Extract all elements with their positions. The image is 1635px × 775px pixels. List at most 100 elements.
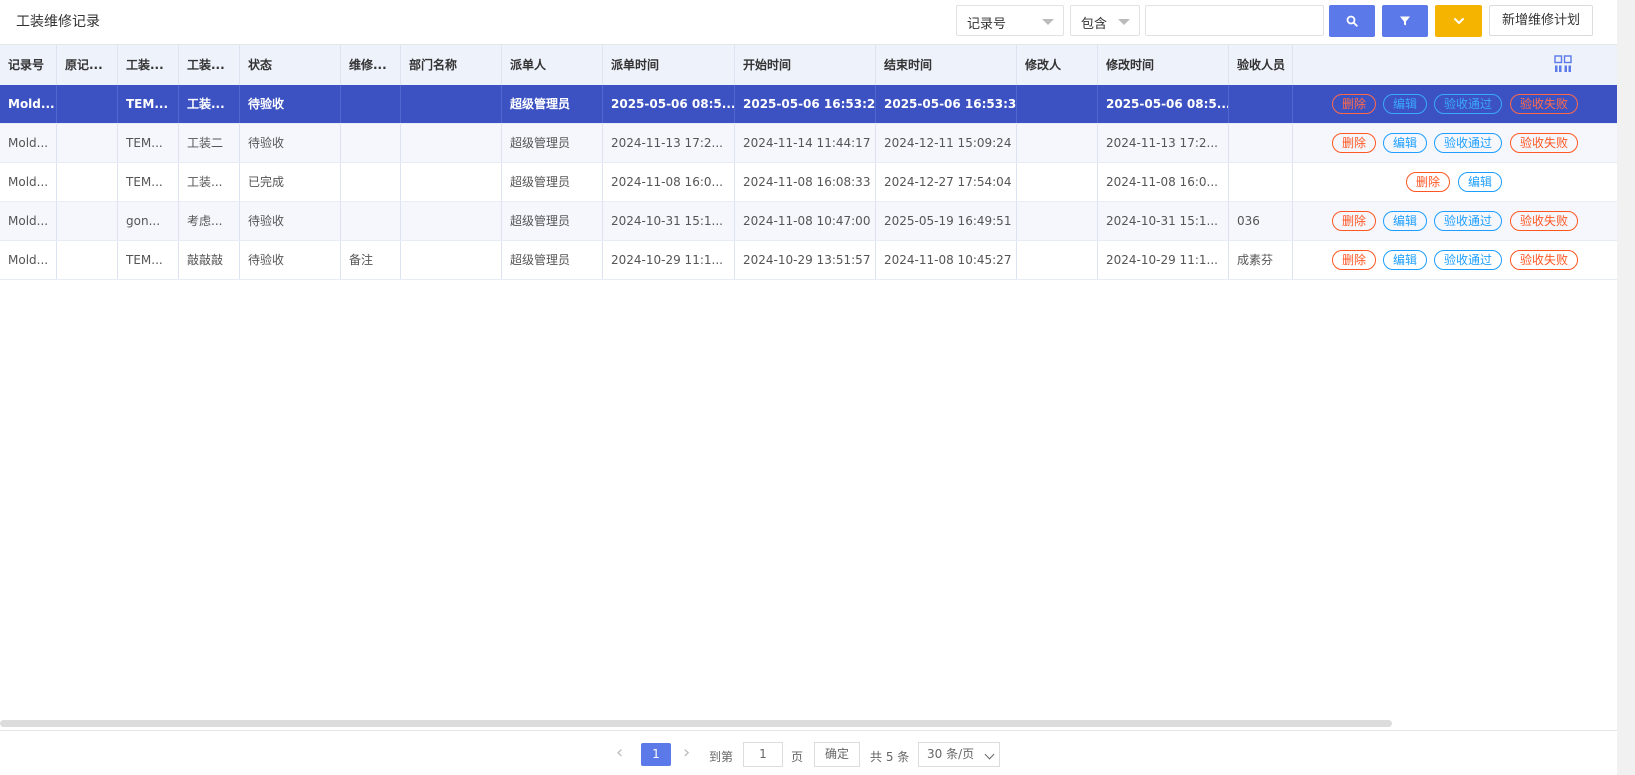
accept-pass-button[interactable]: 验收通过 — [1434, 250, 1503, 270]
cell-repair-note — [341, 124, 401, 162]
column-header[interactable]: 状态 — [240, 45, 341, 85]
add-maintenance-plan-button[interactable]: 新增维修计划 — [1489, 5, 1593, 36]
column-header[interactable]: 工装... — [179, 45, 240, 85]
edit-button[interactable]: 编辑 — [1383, 211, 1428, 231]
table-row[interactable]: Mold... gon... 考虑... 待验收 超级管理员 2024-10-3… — [0, 202, 1617, 241]
cell-department — [401, 124, 502, 162]
accept-fail-button[interactable]: 验收失败 — [1510, 94, 1579, 114]
column-header[interactable]: 记录号 — [0, 45, 57, 85]
search-field-select[interactable]: 记录号 — [956, 5, 1064, 36]
cell-dispatch-time: 2024-11-08 16:0... — [603, 163, 735, 201]
cell-end-time: 2024-12-11 15:09:24 — [876, 124, 1017, 162]
column-settings-icon[interactable] — [1554, 55, 1572, 73]
column-header[interactable]: 修改时间 — [1098, 45, 1229, 85]
page-size-value: 30 条/页 — [927, 747, 975, 761]
accept-fail-button[interactable]: 验收失败 — [1510, 211, 1579, 231]
cell-original-record — [57, 85, 118, 123]
next-page-icon[interactable]: › — [683, 742, 690, 763]
cell-inspector — [1229, 163, 1293, 201]
cell-original-record — [57, 163, 118, 201]
page-unit-label: 页 — [791, 750, 804, 764]
expand-button[interactable] — [1435, 5, 1482, 37]
cell-start-time: 2025-05-06 16:53:23 — [735, 85, 876, 123]
search-operator-select[interactable]: 包含 — [1070, 5, 1140, 36]
column-header[interactable]: 派单时间 — [603, 45, 735, 85]
caret-down-icon — [1042, 19, 1054, 25]
chevron-down-icon — [1453, 18, 1464, 24]
table-row[interactable]: Mold... TEM... 工装二 待验收 超级管理员 2024-11-13 … — [0, 124, 1617, 163]
row-actions: 删除 编辑 验收通过 验收失败 — [1293, 202, 1617, 240]
cell-tool-code: TEM... — [118, 124, 179, 162]
column-header[interactable]: 部门名称 — [401, 45, 502, 85]
page-size-select[interactable]: 30 条/页 — [918, 742, 1000, 767]
edit-button[interactable]: 编辑 — [1383, 133, 1428, 153]
cell-record-no: Mold... — [0, 241, 57, 279]
search-input[interactable] — [1146, 6, 1328, 33]
column-header[interactable]: 修改人 — [1017, 45, 1098, 85]
delete-button[interactable]: 删除 — [1332, 250, 1377, 270]
cell-repair-note — [341, 202, 401, 240]
total-count: 共 5 条 — [870, 750, 910, 764]
cell-tool-code: TEM... — [118, 163, 179, 201]
search-button[interactable] — [1329, 5, 1375, 37]
cell-modify-time: 2024-10-31 15:1... — [1098, 202, 1229, 240]
table-row[interactable]: Mold... TEM... 工装... 已完成 超级管理员 2024-11-0… — [0, 163, 1617, 202]
cell-end-time: 2025-05-06 16:53:35 — [876, 85, 1017, 123]
filter-button[interactable] — [1382, 5, 1428, 37]
goto-page-input[interactable]: 1 — [743, 742, 783, 767]
page-title: 工装维修记录 — [16, 14, 100, 30]
cell-original-record — [57, 241, 118, 279]
accept-pass-button[interactable]: 验收通过 — [1434, 94, 1503, 114]
cell-department — [401, 241, 502, 279]
goto-confirm-button[interactable]: 确定 — [814, 742, 860, 767]
cell-inspector — [1229, 85, 1293, 123]
delete-button[interactable]: 删除 — [1332, 133, 1377, 153]
accept-pass-button[interactable]: 验收通过 — [1434, 211, 1503, 231]
caret-down-icon — [1118, 19, 1130, 25]
cell-end-time: 2024-12-27 17:54:04 — [876, 163, 1017, 201]
cell-dispatch-time: 2024-10-29 11:1... — [603, 241, 735, 279]
accept-fail-button[interactable]: 验收失败 — [1510, 133, 1579, 153]
column-header[interactable]: 验收人员 — [1229, 45, 1293, 85]
column-header[interactable]: 原记... — [57, 45, 118, 85]
cell-record-no: Mold... — [0, 85, 57, 123]
table-row[interactable]: Mold... TEM... 工装... 待验收 超级管理员 2025-05-0… — [0, 85, 1617, 124]
row-actions: 删除 编辑 验收通过 验收失败 — [1293, 241, 1617, 279]
table-row[interactable]: Mold... TEM... 敲敲敲 待验收 备注 超级管理员 2024-10-… — [0, 241, 1617, 280]
goto-label: 到第 — [709, 750, 734, 764]
edit-button[interactable]: 编辑 — [1383, 250, 1428, 270]
cell-record-no: Mold... — [0, 163, 57, 201]
cell-start-time: 2024-11-08 10:47:00 — [735, 202, 876, 240]
cell-modifier — [1017, 241, 1098, 279]
accept-pass-button[interactable]: 验收通过 — [1434, 133, 1503, 153]
edit-button[interactable]: 编辑 — [1458, 172, 1503, 192]
pagination: ‹ 1 › 到第 1 页 确定 共 5 条 30 条/页 — [0, 730, 1617, 775]
cell-record-no: Mold... — [0, 124, 57, 162]
cell-modify-time: 2024-11-13 17:2... — [1098, 124, 1229, 162]
column-header[interactable]: 结束时间 — [876, 45, 1017, 85]
cell-modify-time: 2024-10-29 11:1... — [1098, 241, 1229, 279]
column-header[interactable]: 开始时间 — [735, 45, 876, 85]
column-header[interactable]: 维修... — [341, 45, 401, 85]
cell-repair-note: 备注 — [341, 241, 401, 279]
cell-inspector: 成素芬 — [1229, 241, 1293, 279]
cell-tool-name: 工装... — [179, 85, 240, 123]
cell-inspector — [1229, 124, 1293, 162]
column-header[interactable]: 工装... — [118, 45, 179, 85]
accept-fail-button[interactable]: 验收失败 — [1510, 250, 1579, 270]
delete-button[interactable]: 删除 — [1332, 211, 1377, 231]
row-actions: 删除 编辑 — [1293, 163, 1617, 201]
cell-dispatcher: 超级管理员 — [502, 124, 603, 162]
horizontal-scrollbar[interactable] — [0, 720, 1392, 727]
cell-status: 待验收 — [240, 124, 341, 162]
search-input-box[interactable] — [1145, 5, 1328, 36]
edit-button[interactable]: 编辑 — [1383, 94, 1428, 114]
prev-page-icon[interactable]: ‹ — [616, 742, 623, 763]
cell-modify-time: 2024-11-08 16:0... — [1098, 163, 1229, 201]
page-number-current[interactable]: 1 — [641, 743, 671, 766]
delete-button[interactable]: 删除 — [1406, 172, 1451, 192]
delete-button[interactable]: 删除 — [1332, 94, 1377, 114]
vertical-scrollbar[interactable] — [1617, 0, 1635, 775]
column-header[interactable]: 派单人 — [502, 45, 603, 85]
cell-original-record — [57, 124, 118, 162]
